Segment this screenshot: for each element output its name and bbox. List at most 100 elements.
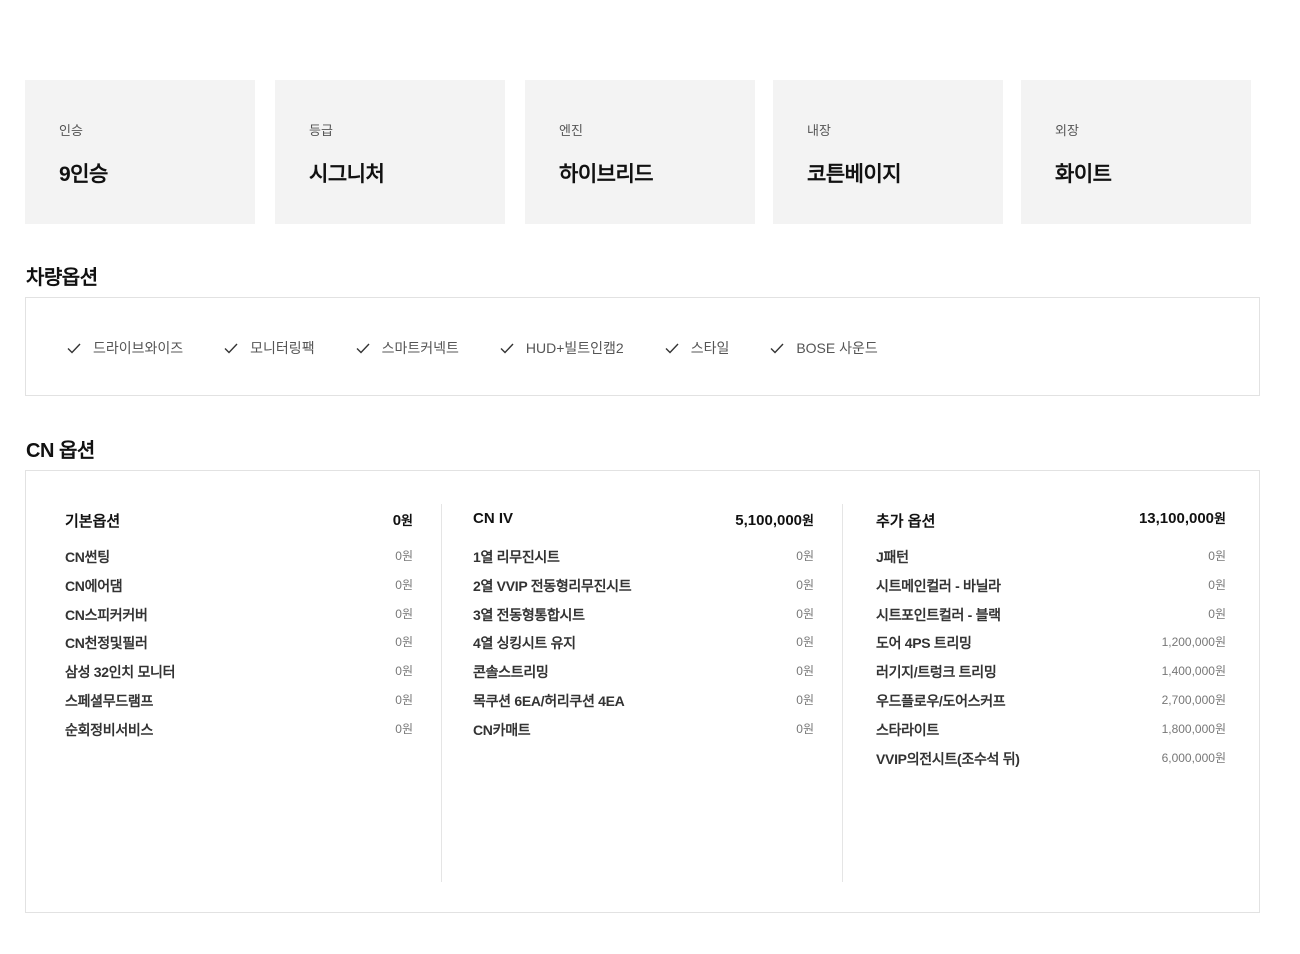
check-icon	[770, 343, 784, 354]
spec-card-interior: 내장 코튼베이지	[773, 80, 1003, 224]
list-item: CN썬팅 0원	[65, 547, 413, 576]
item-price: 0원	[796, 692, 814, 707]
column-header: 추가 옵션 13,100,000원	[876, 508, 1226, 530]
item-name: 4열 싱킹시트 유지	[473, 635, 576, 652]
list-item: CN카매트 0원	[473, 720, 814, 749]
spec-label: 인승	[59, 123, 83, 138]
item-price: 0원	[1208, 606, 1226, 621]
cn-options-box: 기본옵션 0원 CN썬팅 0원 CN에어댐 0원 CN스피커커버 0원 CN천정및필러…	[25, 470, 1260, 913]
list-item: 목쿠션 6EA/허리쿠션 4EA 0원	[473, 691, 814, 720]
column-items: CN썬팅 0원 CN에어댐 0원 CN스피커커버 0원 CN천정및필러 0원 삼성 32…	[65, 547, 413, 749]
item-price: 0원	[395, 549, 413, 563]
spec-label: 내장	[807, 123, 831, 138]
column-total: 0원	[392, 512, 413, 529]
column-name: 추가 옵션	[876, 513, 936, 530]
item-name: 우드플로우/도어스커프	[876, 692, 1006, 709]
option-label: BOSE 사운드	[796, 340, 878, 356]
cn-column-cn4: CN IV 5,100,000원 1열 리무진시트 0원 2열 VVIP 전동형리…	[473, 471, 814, 912]
option-label: 드라이브와이즈	[93, 340, 184, 356]
item-price: 0원	[796, 606, 814, 621]
spec-label: 외장	[1055, 123, 1079, 138]
option-drivewise: 드라이브와이즈	[66, 338, 183, 358]
cn-column-additional: 추가 옵션 13,100,000원 J패턴 0원 시트메인컬러 - 바닐라 0원 시…	[876, 471, 1226, 912]
item-name: CN에어댐	[65, 577, 123, 594]
list-item: 러기지/트렁크 트리밍 1,400,000원	[876, 662, 1226, 691]
option-label: HUD+빌트인캠2	[525, 340, 624, 356]
vehicle-options-list: 드라이브와이즈 모니터링팩 스마트커넥트 HUD+빌트인캠2 스타일 BOSE …	[66, 338, 918, 358]
list-item: 삼성 32인치 모니터 0원	[65, 662, 413, 691]
item-name: CN썬팅	[65, 549, 110, 565]
item-name: 시트포인트컬러 - 블랙	[876, 606, 1001, 623]
item-name: 삼성 32인치 모니터	[65, 664, 176, 681]
column-divider	[441, 504, 442, 882]
check-icon	[356, 343, 370, 354]
item-price: 0원	[796, 635, 814, 650]
list-item: J패턴 0원	[876, 547, 1226, 576]
item-name: J패턴	[876, 549, 909, 565]
spec-value: 하이브리드	[559, 163, 654, 186]
item-name: 1열 리무진시트	[473, 549, 560, 565]
spec-label: 엔진	[559, 123, 583, 138]
item-name: VVIP의전시트(조수석 뒤)	[876, 750, 1020, 767]
check-icon	[500, 343, 514, 354]
item-price: 1,400,000원	[1161, 664, 1226, 679]
cn-column-basic: 기본옵션 0원 CN썬팅 0원 CN에어댐 0원 CN스피커커버 0원 CN천정및필러…	[65, 471, 413, 912]
spec-value: 코튼베이지	[807, 163, 902, 186]
item-price: 0원	[796, 721, 814, 736]
spec-value: 화이트	[1055, 163, 1112, 186]
check-icon	[665, 343, 679, 354]
item-price: 1,200,000원	[1161, 635, 1226, 650]
list-item: 3열 전동형통합시트 0원	[473, 605, 814, 634]
item-name: 순회정비서비스	[65, 721, 154, 738]
item-price: 1,800,000원	[1161, 721, 1226, 736]
item-price: 0원	[796, 664, 814, 679]
item-price: 0원	[395, 606, 413, 621]
cn-options-title: CN 옵션	[26, 440, 95, 462]
list-item: CN천정및필러 0원	[65, 633, 413, 662]
item-price: 0원	[395, 692, 413, 707]
item-price: 0원	[796, 577, 814, 592]
spec-label: 등급	[309, 123, 333, 138]
item-name: 스페셜무드램프	[65, 692, 154, 709]
vehicle-options-box: 드라이브와이즈 모니터링팩 스마트커넥트 HUD+빌트인캠2 스타일 BOSE …	[25, 297, 1260, 396]
column-divider	[842, 504, 843, 882]
item-name: 스타라이트	[876, 721, 939, 738]
list-item: 시트메인컬러 - 바닐라 0원	[876, 576, 1226, 605]
item-price: 0원	[395, 635, 413, 650]
column-items: J패턴 0원 시트메인컬러 - 바닐라 0원 시트포인트컬러 - 블랙 0원 도어 4…	[876, 547, 1226, 777]
list-item: 순회정비서비스 0원	[65, 720, 413, 749]
check-icon	[67, 343, 81, 354]
column-total: 5,100,000원	[735, 512, 814, 529]
list-item: VVIP의전시트(조수석 뒤) 6,000,000원	[876, 749, 1226, 778]
vehicle-options-title: 차량옵션	[26, 267, 98, 289]
item-name: CN카매트	[473, 721, 531, 738]
column-header: CN IV 5,100,000원	[473, 510, 814, 530]
item-price: 0원	[395, 577, 413, 592]
option-label: 스타일	[690, 340, 730, 356]
column-header: 기본옵션 0원	[65, 510, 413, 530]
list-item: 1열 리무진시트 0원	[473, 547, 814, 576]
list-item: 콘솔스트리밍 0원	[473, 662, 814, 691]
spec-card-seats: 인승 9인승	[25, 80, 255, 224]
item-price: 0원	[1208, 549, 1226, 563]
item-name: CN스피커커버	[65, 606, 148, 623]
item-name: 목쿠션 6EA/허리쿠션 4EA	[473, 692, 625, 709]
item-name: 콘솔스트리밍	[473, 664, 549, 681]
item-name: 3열 전동형통합시트	[473, 606, 585, 623]
item-price: 0원	[395, 664, 413, 679]
option-hud-builtin-cam: HUD+빌트인캠2	[499, 338, 624, 358]
option-bose-sound: BOSE 사운드	[769, 338, 878, 358]
list-item: 2열 VVIP 전동형리무진시트 0원	[473, 576, 814, 605]
spec-card-engine: 엔진 하이브리드	[525, 80, 755, 224]
item-name: 2열 VVIP 전동형리무진시트	[473, 577, 632, 594]
option-style: 스타일	[664, 338, 730, 358]
option-smart-connect: 스마트커넥트	[355, 338, 459, 358]
list-item: 스타라이트 1,800,000원	[876, 720, 1226, 749]
item-price: 0원	[395, 721, 413, 736]
list-item: 4열 싱킹시트 유지 0원	[473, 633, 814, 662]
column-name: CN IV	[473, 510, 514, 527]
column-items: 1열 리무진시트 0원 2열 VVIP 전동형리무진시트 0원 3열 전동형통합시트…	[473, 547, 814, 749]
list-item: CN스피커커버 0원	[65, 605, 413, 634]
item-name: CN천정및필러	[65, 635, 148, 652]
list-item: 스페셜무드램프 0원	[65, 691, 413, 720]
